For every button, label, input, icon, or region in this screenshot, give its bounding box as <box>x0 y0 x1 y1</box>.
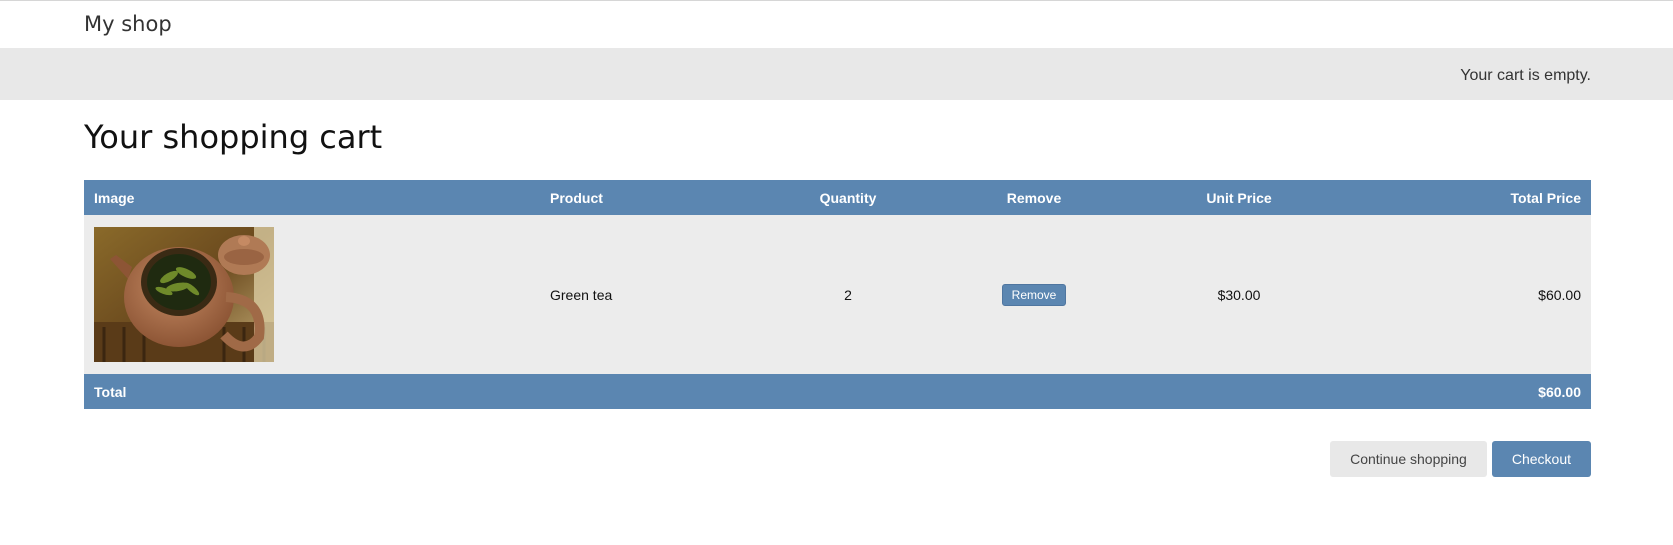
footer-spacer <box>540 374 1346 409</box>
column-header-total-price: Total Price <box>1346 180 1591 215</box>
column-header-quantity: Quantity <box>760 180 936 215</box>
remove-cell: Remove <box>936 215 1132 374</box>
cart-table: Image Product Quantity Remove Unit Price… <box>84 180 1591 409</box>
unit-price-cell: $30.00 <box>1132 215 1346 374</box>
total-price-cell: $60.00 <box>1346 215 1591 374</box>
checkout-button[interactable]: Checkout <box>1491 441 1591 477</box>
cart-status-bar: Your cart is empty. <box>0 48 1673 100</box>
page-title: Your shopping cart <box>84 118 383 156</box>
column-header-remove: Remove <box>936 180 1132 215</box>
product-image-link[interactable] <box>94 227 530 362</box>
cart-status-text: Your cart is empty. <box>1460 67 1591 84</box>
column-header-product: Product <box>540 180 760 215</box>
site-header: My shop <box>0 1 1673 48</box>
column-header-image: Image <box>84 180 540 215</box>
continue-shopping-button[interactable]: Continue shopping <box>1330 441 1487 477</box>
table-row: Green tea 2 Remove $30.00 $60.00 <box>84 215 1591 374</box>
shop-logo-link[interactable]: My shop <box>84 12 172 36</box>
product-image-cell <box>84 215 540 374</box>
quantity-cell: 2 <box>760 215 936 374</box>
total-label: Total <box>84 374 540 409</box>
product-link[interactable]: Green tea <box>550 287 612 303</box>
product-name: Green tea <box>540 215 760 374</box>
total-amount: $60.00 <box>1346 374 1591 409</box>
table-footer-row: Total $60.00 <box>84 374 1591 409</box>
table-header-row: Image Product Quantity Remove Unit Price… <box>84 180 1591 215</box>
remove-button[interactable]: Remove <box>1001 283 1067 306</box>
column-header-unit-price: Unit Price <box>1132 180 1346 215</box>
cart-actions: Continue shopping Checkout <box>1330 441 1591 477</box>
teapot-with-green-tea-photo-icon <box>94 227 274 362</box>
